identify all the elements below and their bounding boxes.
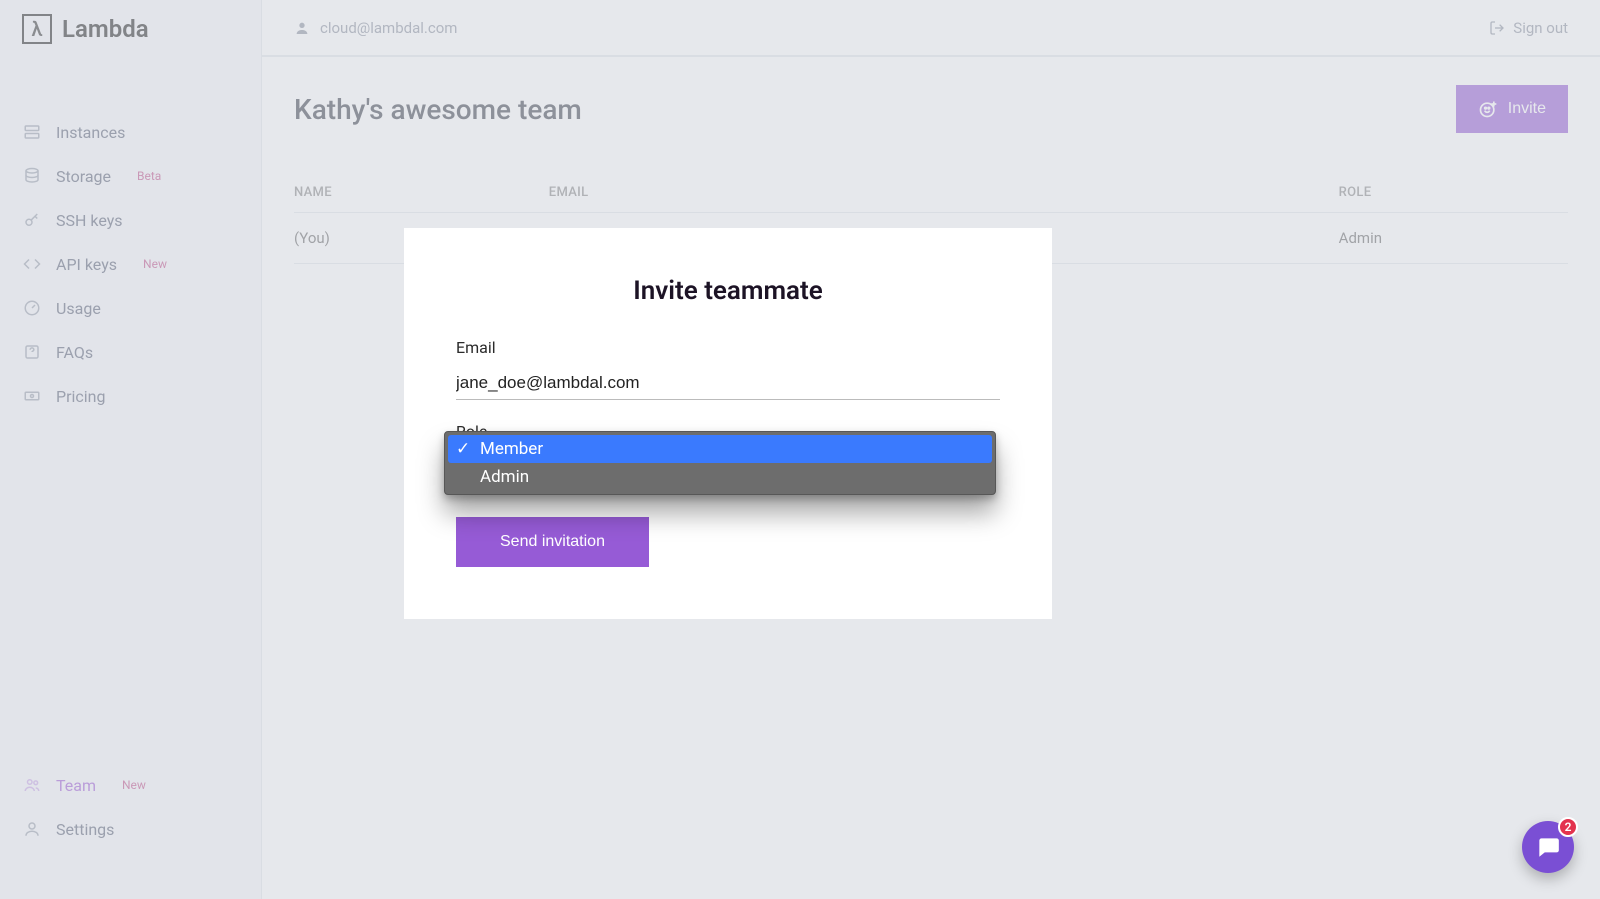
team-icon [22, 775, 42, 795]
page-title: Kathy's awesome team [294, 93, 582, 126]
check-icon: ✓ [456, 439, 472, 459]
sidebar-nav: Instances Storage Beta SSH keys API key [0, 112, 261, 416]
cell-role: Admin [1339, 213, 1568, 264]
logo: λ Lambda [0, 0, 261, 52]
chat-launcher[interactable]: 2 [1522, 821, 1574, 873]
modal-title: Invite teammate [456, 276, 1000, 306]
col-email: EMAIL [549, 173, 1339, 213]
sidebar-item-pricing[interactable]: Pricing [0, 376, 261, 416]
sidebar-item-label: Settings [56, 820, 114, 839]
sidebar-item-label: Storage [56, 167, 111, 186]
invite-modal: Invite teammate Email Role Send invitati… [404, 228, 1052, 619]
signout-icon [1489, 20, 1505, 36]
sidebar-item-label: Pricing [56, 387, 106, 406]
role-option-label: Admin [480, 467, 529, 487]
database-icon [22, 166, 42, 186]
gauge-icon [22, 298, 42, 318]
signout-link[interactable]: Sign out [1489, 19, 1568, 37]
code-icon [22, 254, 42, 274]
chat-badge: 2 [1558, 817, 1578, 837]
sidebar-item-label: Instances [56, 123, 125, 142]
sidebar-item-label: Usage [56, 299, 101, 318]
sidebar-item-badge: Beta [133, 168, 165, 184]
sidebar-item-ssh-keys[interactable]: SSH keys [0, 200, 261, 240]
sidebar-item-api-keys[interactable]: API keys New [0, 244, 261, 284]
user-icon [22, 819, 42, 839]
smile-plus-icon [1478, 99, 1498, 119]
signout-label: Sign out [1513, 19, 1568, 37]
server-icon [22, 122, 42, 142]
sidebar-item-usage[interactable]: Usage [0, 288, 261, 328]
sidebar-item-label: FAQs [56, 343, 93, 362]
key-icon [22, 210, 42, 230]
topbar: cloud@lambdal.com Sign out [262, 0, 1600, 56]
role-option-member[interactable]: ✓ Member [448, 435, 992, 463]
help-icon [22, 342, 42, 362]
sidebar-bottom: Team New Settings [0, 765, 261, 849]
sidebar-item-badge: New [118, 777, 150, 793]
sidebar-item-team[interactable]: Team New [0, 765, 261, 805]
sidebar-item-faqs[interactable]: FAQs [0, 332, 261, 372]
chat-icon [1535, 834, 1561, 860]
sidebar-item-settings[interactable]: Settings [0, 809, 261, 849]
sidebar-item-label: API keys [56, 255, 117, 274]
sidebar-item-badge: New [139, 256, 171, 272]
table-header-row: NAME EMAIL ROLE [294, 173, 1568, 213]
lambda-logo-icon: λ [22, 14, 52, 44]
sidebar-item-storage[interactable]: Storage Beta [0, 156, 261, 196]
send-invitation-button[interactable]: Send invitation [456, 517, 649, 567]
invite-button-label: Invite [1508, 100, 1546, 118]
brand-name: Lambda [62, 15, 149, 43]
role-option-label: Member [480, 439, 543, 459]
email-label: Email [456, 338, 1000, 357]
sidebar-item-label: SSH keys [56, 211, 123, 230]
role-option-admin[interactable]: Admin [448, 463, 992, 491]
sidebar-item-label: Team [56, 776, 96, 795]
topbar-user-email: cloud@lambdal.com [320, 19, 457, 37]
role-select-popup: ✓ Member Admin [444, 431, 996, 495]
person-icon [294, 20, 310, 36]
field-email: Email [456, 338, 1000, 400]
sidebar: λ Lambda Instances Storage Beta [0, 0, 262, 899]
invite-button[interactable]: Invite [1456, 85, 1568, 133]
send-invitation-label: Send invitation [500, 533, 605, 550]
page-header: Kathy's awesome team Invite [294, 85, 1568, 133]
topbar-user[interactable]: cloud@lambdal.com [294, 19, 457, 37]
col-name: NAME [294, 173, 549, 213]
email-input[interactable] [456, 367, 1000, 400]
money-icon [22, 386, 42, 406]
sidebar-item-instances[interactable]: Instances [0, 112, 261, 152]
col-role: ROLE [1339, 173, 1568, 213]
